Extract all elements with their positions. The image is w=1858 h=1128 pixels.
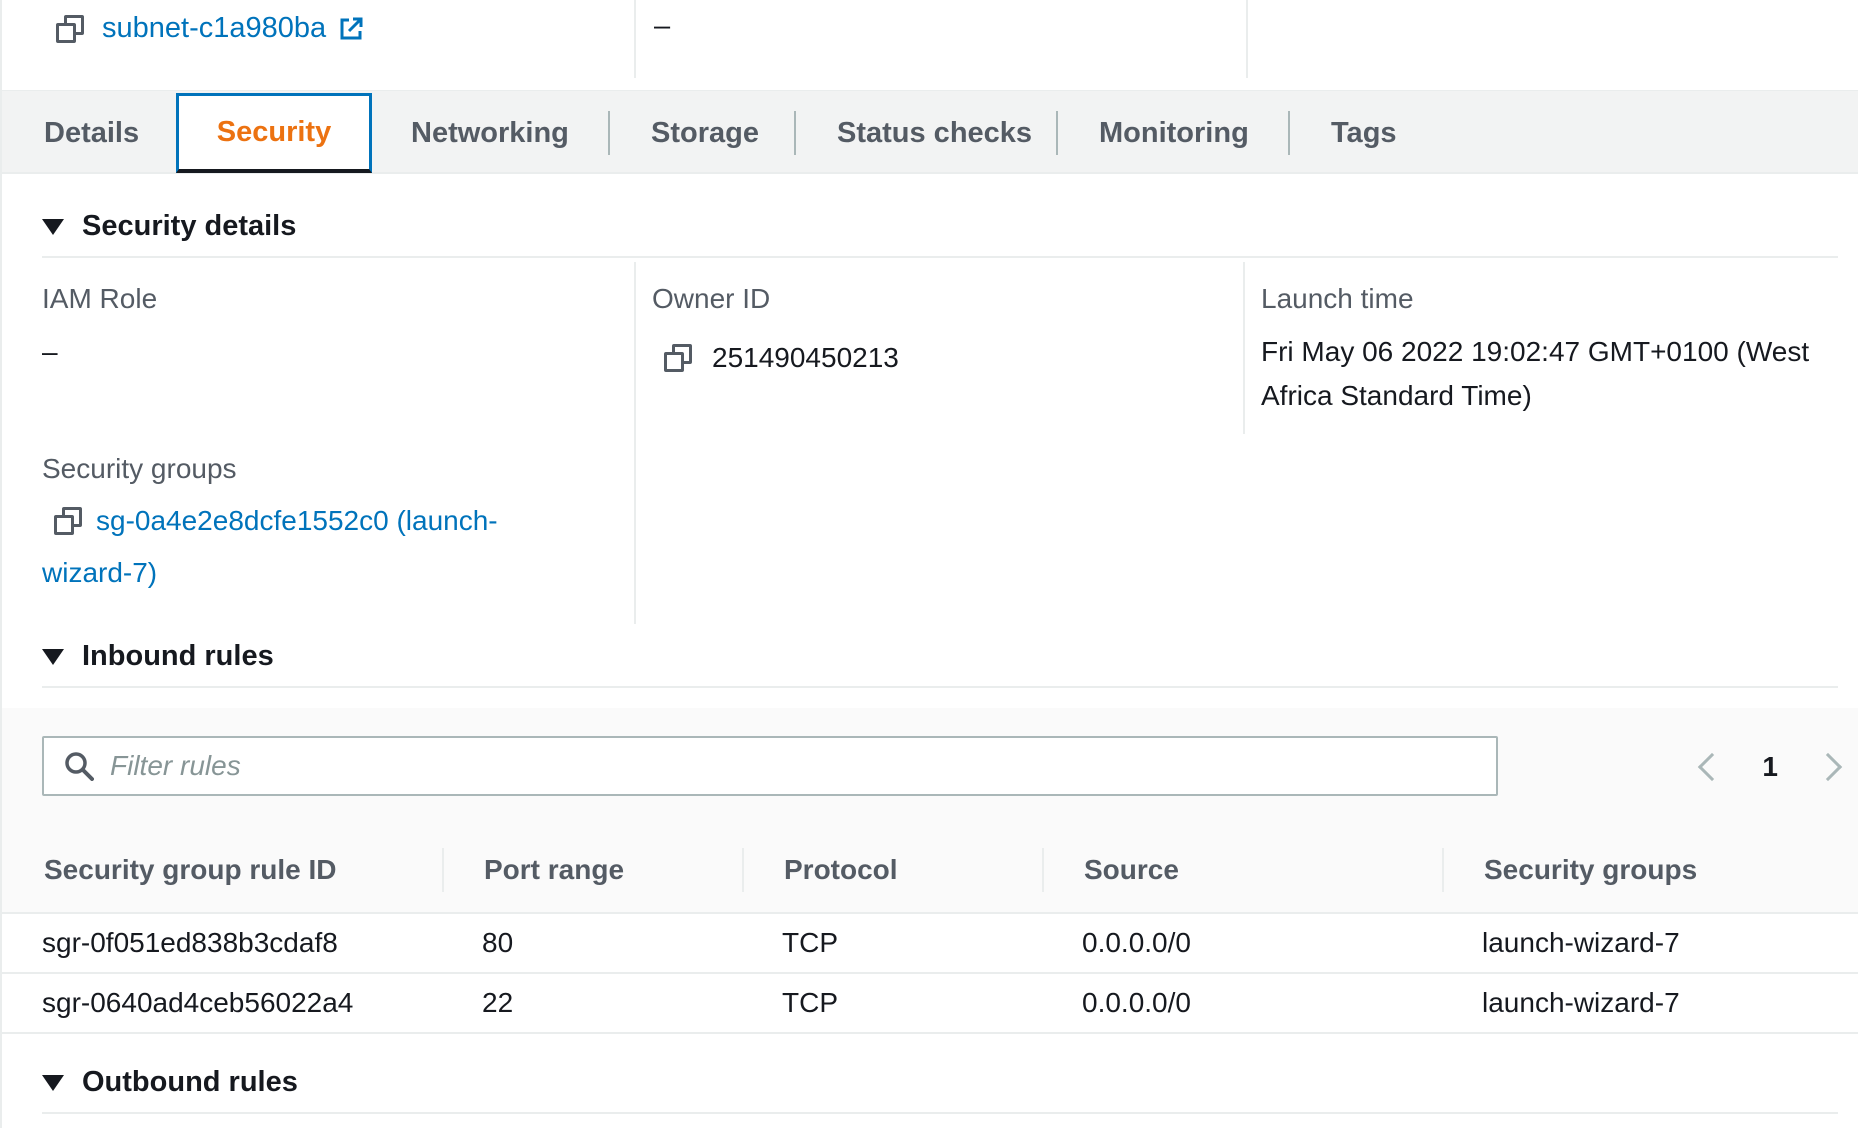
column-header-security-groups[interactable]: Security groups xyxy=(1484,826,1697,914)
protocol-cell: TCP xyxy=(782,927,838,958)
tab-separator xyxy=(794,111,796,155)
tab-storage[interactable]: Storage xyxy=(651,91,759,175)
security-group-link-continued[interactable]: wizard-7) xyxy=(42,557,157,589)
owner-id-value: 251490450213 xyxy=(712,342,899,373)
tab-separator xyxy=(1056,111,1058,155)
table-header: Security group rule ID Port range Protoc… xyxy=(2,826,1858,914)
external-link-icon[interactable] xyxy=(338,16,364,42)
chevron-right-icon[interactable] xyxy=(1813,752,1843,782)
source-cell: 0.0.0.0/0 xyxy=(1082,987,1191,1018)
protocol-cell: TCP xyxy=(782,987,838,1018)
column-separator xyxy=(742,848,744,892)
column-header-protocol[interactable]: Protocol xyxy=(784,826,898,914)
column-divider xyxy=(1243,262,1245,434)
launch-time-line-1: Fri May 06 2022 19:02:47 GMT+0100 (West xyxy=(1261,336,1810,367)
column-divider xyxy=(634,262,636,624)
copy-icon[interactable] xyxy=(56,14,84,43)
column-separator xyxy=(1442,848,1444,892)
tab-networking[interactable]: Networking xyxy=(411,91,569,175)
caret-down-icon xyxy=(42,648,64,665)
iam-role-value: – xyxy=(42,336,58,367)
column-header-port-range[interactable]: Port range xyxy=(484,826,624,914)
owner-id-field: 251490450213 xyxy=(664,342,899,374)
caret-down-icon xyxy=(42,218,64,235)
summary-value: – xyxy=(654,10,671,42)
tab-monitoring[interactable]: Monitoring xyxy=(1099,91,1249,175)
section-title: Outbound rules xyxy=(82,1066,298,1098)
owner-id-label: Owner ID xyxy=(652,283,771,314)
page-number[interactable]: 1 xyxy=(1762,751,1778,783)
section-divider xyxy=(42,256,1838,258)
iam-role-label: IAM Role xyxy=(42,283,158,314)
rule-id-cell: sgr-0640ad4ceb56022a4 xyxy=(42,987,354,1018)
column-header-rule-id[interactable]: Security group rule ID xyxy=(44,826,337,914)
table-row[interactable]: sgr-0f051ed838b3cdaf8 80 TCP 0.0.0.0/0 l… xyxy=(2,914,1858,974)
source-cell: 0.0.0.0/0 xyxy=(1082,927,1191,958)
column-divider xyxy=(634,0,636,78)
security-group-cell: launch-wizard-7 xyxy=(1482,927,1680,958)
column-separator xyxy=(1042,848,1044,892)
port-range-cell: 80 xyxy=(482,927,514,958)
outbound-rules-toggle[interactable]: Outbound rules xyxy=(42,1066,298,1099)
port-range-cell: 22 xyxy=(482,987,514,1018)
security-group-cell: launch-wizard-7 xyxy=(1482,987,1680,1018)
launch-time-line-2: Africa Standard Time) xyxy=(1261,380,1532,411)
tab-status-checks[interactable]: Status checks xyxy=(837,91,1032,175)
security-group-field: sg-0a4e2e8dcfe1552c0 (launch- xyxy=(54,505,498,537)
section-title: Inbound rules xyxy=(82,640,274,672)
column-header-source[interactable]: Source xyxy=(1084,826,1179,914)
copy-icon[interactable] xyxy=(54,507,82,535)
tab-separator xyxy=(1288,111,1290,155)
subnet-field: subnet-c1a980ba xyxy=(56,12,364,45)
pagination: 1 xyxy=(1698,740,1843,794)
security-group-link[interactable]: sg-0a4e2e8dcfe1552c0 (launch- xyxy=(96,505,498,537)
caret-down-icon xyxy=(42,1074,64,1091)
subnet-link[interactable]: subnet-c1a980ba xyxy=(102,12,326,45)
section-divider xyxy=(42,686,1838,688)
filter-rules-input[interactable] xyxy=(110,750,1470,782)
column-separator xyxy=(442,848,444,892)
inbound-rules-toggle[interactable]: Inbound rules xyxy=(42,640,274,673)
section-title: Security details xyxy=(82,210,297,242)
copy-icon[interactable] xyxy=(664,344,692,372)
tab-security[interactable]: Security xyxy=(176,93,372,173)
table-row[interactable]: sgr-0640ad4ceb56022a4 22 TCP 0.0.0.0/0 l… xyxy=(2,974,1858,1034)
tab-tags[interactable]: Tags xyxy=(1331,91,1397,175)
tab-separator xyxy=(608,111,610,155)
security-groups-label: Security groups xyxy=(42,453,237,484)
column-divider xyxy=(1246,0,1248,78)
search-icon xyxy=(65,752,94,781)
instance-detail-panel: subnet-c1a980ba – Details Security Netwo… xyxy=(0,0,1858,1128)
security-details-toggle[interactable]: Security details xyxy=(42,210,296,243)
launch-time-label: Launch time xyxy=(1261,283,1414,314)
tab-bar: Details Security Networking Storage Stat… xyxy=(2,90,1858,174)
filter-rules-box[interactable] xyxy=(42,736,1498,796)
section-divider xyxy=(42,1112,1838,1114)
chevron-left-icon[interactable] xyxy=(1698,752,1727,782)
rule-id-cell: sgr-0f051ed838b3cdaf8 xyxy=(42,927,338,958)
summary-strip: subnet-c1a980ba – xyxy=(2,0,1858,90)
tab-details[interactable]: Details xyxy=(44,91,139,175)
